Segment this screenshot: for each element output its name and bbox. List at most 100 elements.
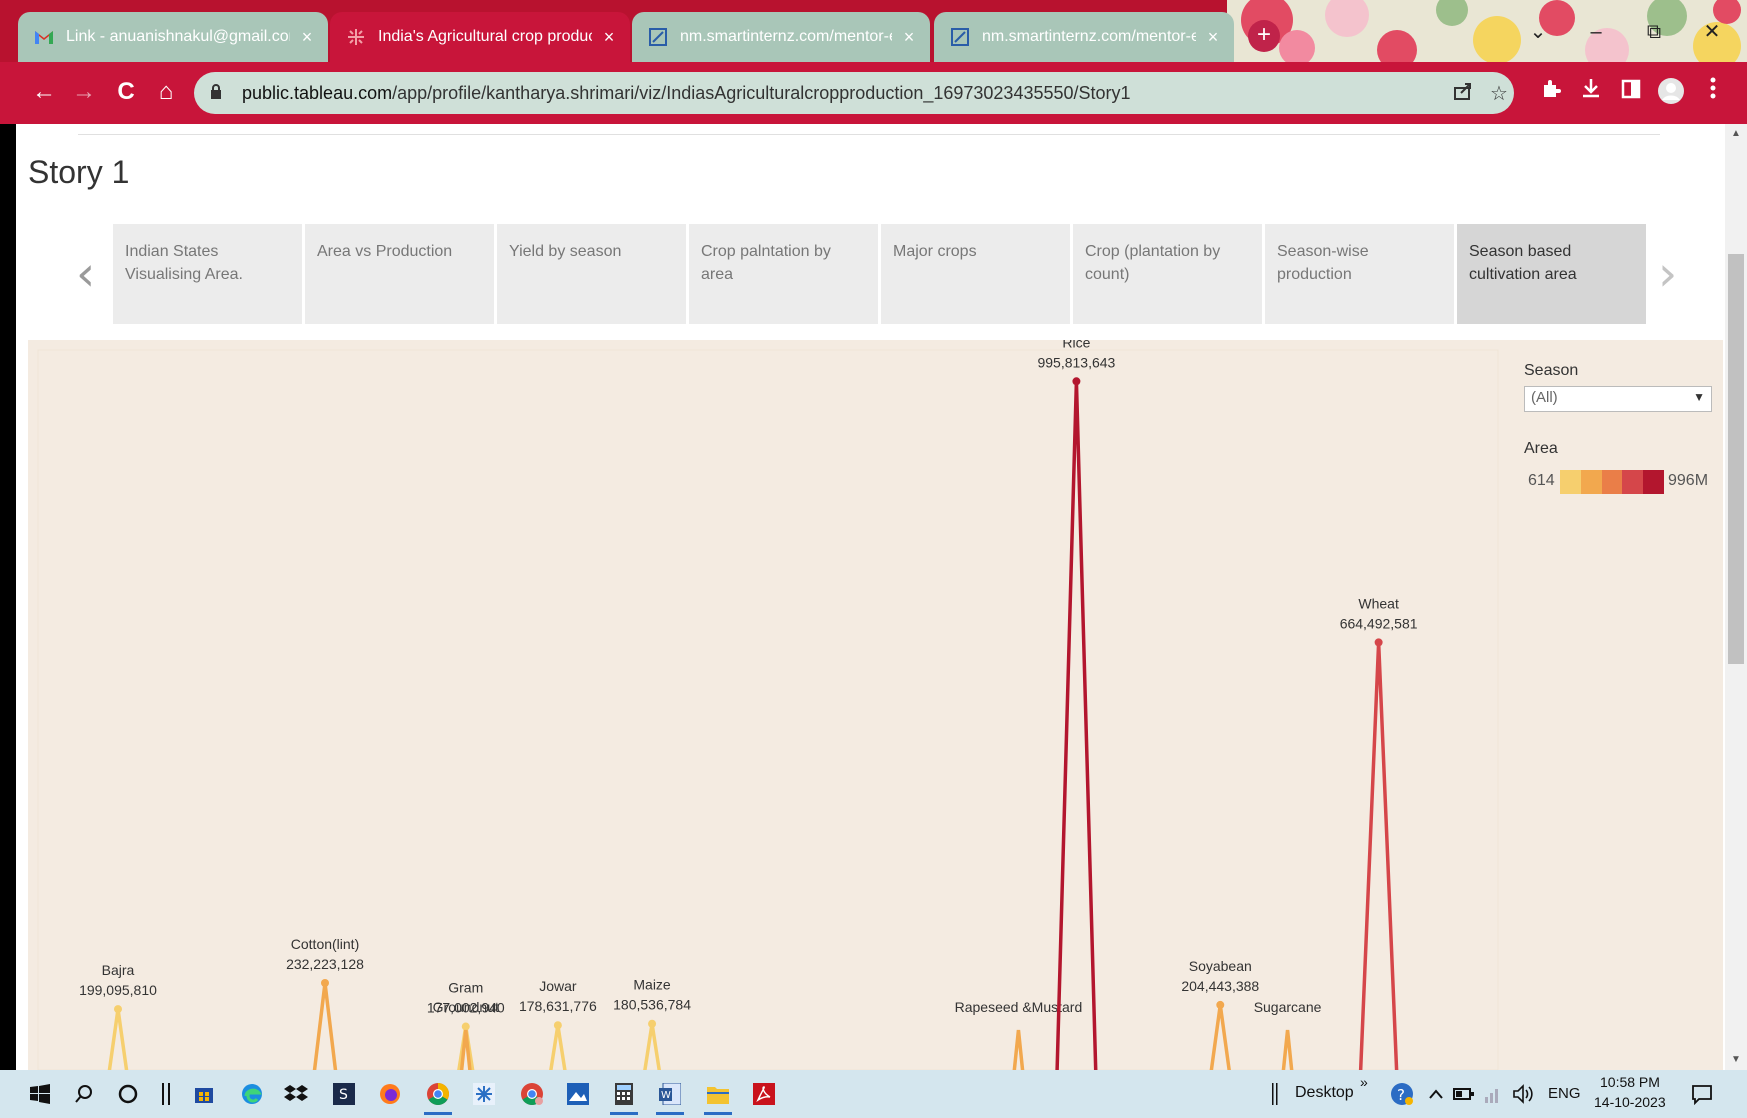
notification-icon[interactable] — [1686, 1078, 1718, 1110]
story-prev-arrow[interactable]: ‹ — [76, 246, 95, 302]
firefox-icon[interactable] — [374, 1078, 406, 1110]
chart-mark-rapeseed-mustard[interactable]: Rapeseed &Mustard — [955, 999, 1083, 1070]
network-icon[interactable] — [1478, 1078, 1510, 1110]
close-window-button[interactable]: ✕ — [1694, 14, 1730, 50]
data-point[interactable] — [1374, 638, 1383, 647]
app-s-icon[interactable]: S — [328, 1078, 360, 1110]
data-point[interactable] — [461, 1022, 470, 1031]
search-icon[interactable] — [68, 1078, 100, 1110]
tableau-icon — [346, 27, 366, 47]
home-button[interactable]: ⌂ — [150, 76, 182, 108]
help-icon[interactable]: ? — [1386, 1078, 1418, 1110]
chart-mark-maize[interactable]: Maize 180,536,784 — [613, 977, 691, 1070]
story-point-major-crops[interactable]: Major crops — [881, 224, 1070, 324]
snowflake-app-icon[interactable] — [468, 1078, 500, 1110]
crop-label: Jowar — [539, 978, 577, 994]
download-icon[interactable] — [1576, 77, 1606, 107]
area-legend-max: 996M — [1668, 472, 1709, 489]
bookmark-star-icon[interactable]: ☆ — [1486, 81, 1512, 107]
story-point-area-vs-production[interactable]: Area vs Production — [305, 224, 494, 324]
data-point[interactable] — [321, 979, 329, 988]
url-host: public.tableau.com — [242, 82, 393, 103]
address-bar[interactable]: public.tableau.com/app/profile/kantharya… — [194, 72, 1514, 114]
battery-icon[interactable] — [1448, 1078, 1480, 1110]
chart-mark-groundnut[interactable]: Groundnut — [433, 999, 499, 1070]
back-button[interactable]: ← — [28, 76, 60, 108]
story-point-crop-plantation-area[interactable]: Crop palntation by area — [689, 224, 878, 324]
data-point[interactable] — [114, 1005, 122, 1014]
extensions-icon[interactable] — [1536, 77, 1566, 107]
tab-search-dropdown-icon[interactable]: ⌄ — [1520, 14, 1556, 50]
page-scrollbar[interactable]: ▲ ▼ — [1725, 124, 1747, 1070]
chrome-icon[interactable] — [422, 1078, 454, 1115]
season-filter-title: Season — [1524, 362, 1579, 379]
reload-button[interactable]: C — [110, 76, 142, 108]
scroll-thumb[interactable] — [1728, 254, 1744, 664]
share-icon[interactable] — [1450, 81, 1476, 107]
calculator-icon[interactable] — [608, 1078, 640, 1115]
tab-title: India's Agricultural crop production — [378, 28, 592, 45]
data-point[interactable] — [648, 1019, 657, 1028]
chart-mark-rice[interactable]: Rice 995,813,643 — [1037, 340, 1116, 1070]
series-line — [643, 1023, 661, 1070]
tab-smartinternz-1[interactable]: nm.smartinternz.com/mentor-ex × — [632, 12, 930, 62]
close-icon[interactable]: × — [598, 27, 620, 48]
dropbox-icon[interactable] — [280, 1078, 312, 1110]
chart-mark-gram[interactable]: Gram177,002,940 — [427, 980, 505, 1070]
desktop-toolbar-label[interactable]: Desktop — [1295, 1084, 1354, 1102]
close-icon[interactable]: × — [296, 27, 318, 48]
story-point-indian-states[interactable]: Indian States Visualising Area. — [113, 224, 302, 324]
task-view-icon[interactable] — [150, 1078, 182, 1110]
windows-start-icon[interactable] — [24, 1078, 56, 1110]
active-indicator — [424, 1112, 452, 1115]
minimize-button[interactable]: – — [1578, 14, 1614, 50]
chart-mark-wheat[interactable]: Wheat 664,492,581 — [1340, 595, 1418, 1070]
chart-mark-soyabean[interactable]: Soyabean 204,443,388 — [1181, 958, 1259, 1070]
toolbar-overflow-icon[interactable]: » — [1360, 1074, 1368, 1090]
chart-mark-sugarcane[interactable]: Sugarcane — [1254, 999, 1322, 1070]
side-panel-icon[interactable] — [1616, 77, 1646, 107]
lock-icon — [210, 84, 232, 102]
divider — [78, 134, 1660, 135]
smartinternz-icon — [648, 27, 668, 47]
chrome-profile-icon[interactable] — [516, 1078, 548, 1110]
story-point-season-wise-production[interactable]: Season-wise production — [1265, 224, 1454, 324]
language-indicator[interactable]: ENG — [1548, 1085, 1581, 1102]
chart-mark-cotton-lint-[interactable]: Cotton(lint) 232,223,128 — [286, 936, 364, 1070]
close-icon[interactable]: × — [1202, 27, 1224, 48]
profile-avatar[interactable] — [1656, 77, 1686, 107]
story-point-yield-by-season[interactable]: Yield by season — [497, 224, 686, 324]
season-filter-dropdown[interactable]: (All) ▼ — [1524, 386, 1712, 412]
file-explorer-icon[interactable] — [702, 1078, 734, 1115]
data-point[interactable] — [553, 1021, 562, 1030]
restore-button[interactable]: ⧉ — [1636, 14, 1672, 50]
clock-time[interactable]: 10:58 PM — [1600, 1074, 1660, 1090]
value-label: 995,813,643 — [1037, 354, 1115, 370]
chart-mark-bajra[interactable]: Bajra 199,095,810 — [79, 962, 157, 1070]
word-icon[interactable]: W — [654, 1078, 686, 1115]
new-tab-button[interactable]: + — [1248, 20, 1280, 52]
story-point-crop-plantation-count[interactable]: Crop (plantation by count) — [1073, 224, 1262, 324]
gmail-icon — [34, 27, 54, 47]
tab-tableau[interactable]: India's Agricultural crop production × — [330, 12, 630, 62]
scroll-up-arrow[interactable]: ▲ — [1725, 124, 1747, 144]
acrobat-icon[interactable] — [748, 1078, 780, 1110]
clock-date[interactable]: 14-10-2023 — [1594, 1094, 1666, 1110]
menu-kebab-icon[interactable] — [1698, 77, 1728, 107]
close-icon[interactable]: × — [898, 27, 920, 48]
volume-icon[interactable] — [1508, 1078, 1540, 1110]
edge-icon[interactable] — [236, 1078, 268, 1110]
story-point-season-cultivation-area[interactable]: Season based cultivation area — [1457, 224, 1646, 324]
story-next-arrow[interactable]: › — [1658, 246, 1677, 302]
plot-frame — [37, 349, 1499, 1070]
tab-smartinternz-2[interactable]: nm.smartinternz.com/mentor-ex × — [934, 12, 1234, 62]
forward-button[interactable]: → — [68, 76, 100, 108]
cortana-icon[interactable] — [112, 1078, 144, 1110]
photos-icon[interactable] — [562, 1078, 594, 1110]
scroll-down-arrow[interactable]: ▼ — [1725, 1050, 1747, 1070]
tab-gmail[interactable]: Link - anuanishnakul@gmail.com × — [18, 12, 328, 62]
data-point[interactable] — [1072, 377, 1081, 386]
data-point[interactable] — [1216, 1000, 1225, 1009]
store-icon[interactable] — [188, 1078, 220, 1110]
chart-mark-jowar[interactable]: Jowar 178,631,776 — [519, 978, 597, 1070]
